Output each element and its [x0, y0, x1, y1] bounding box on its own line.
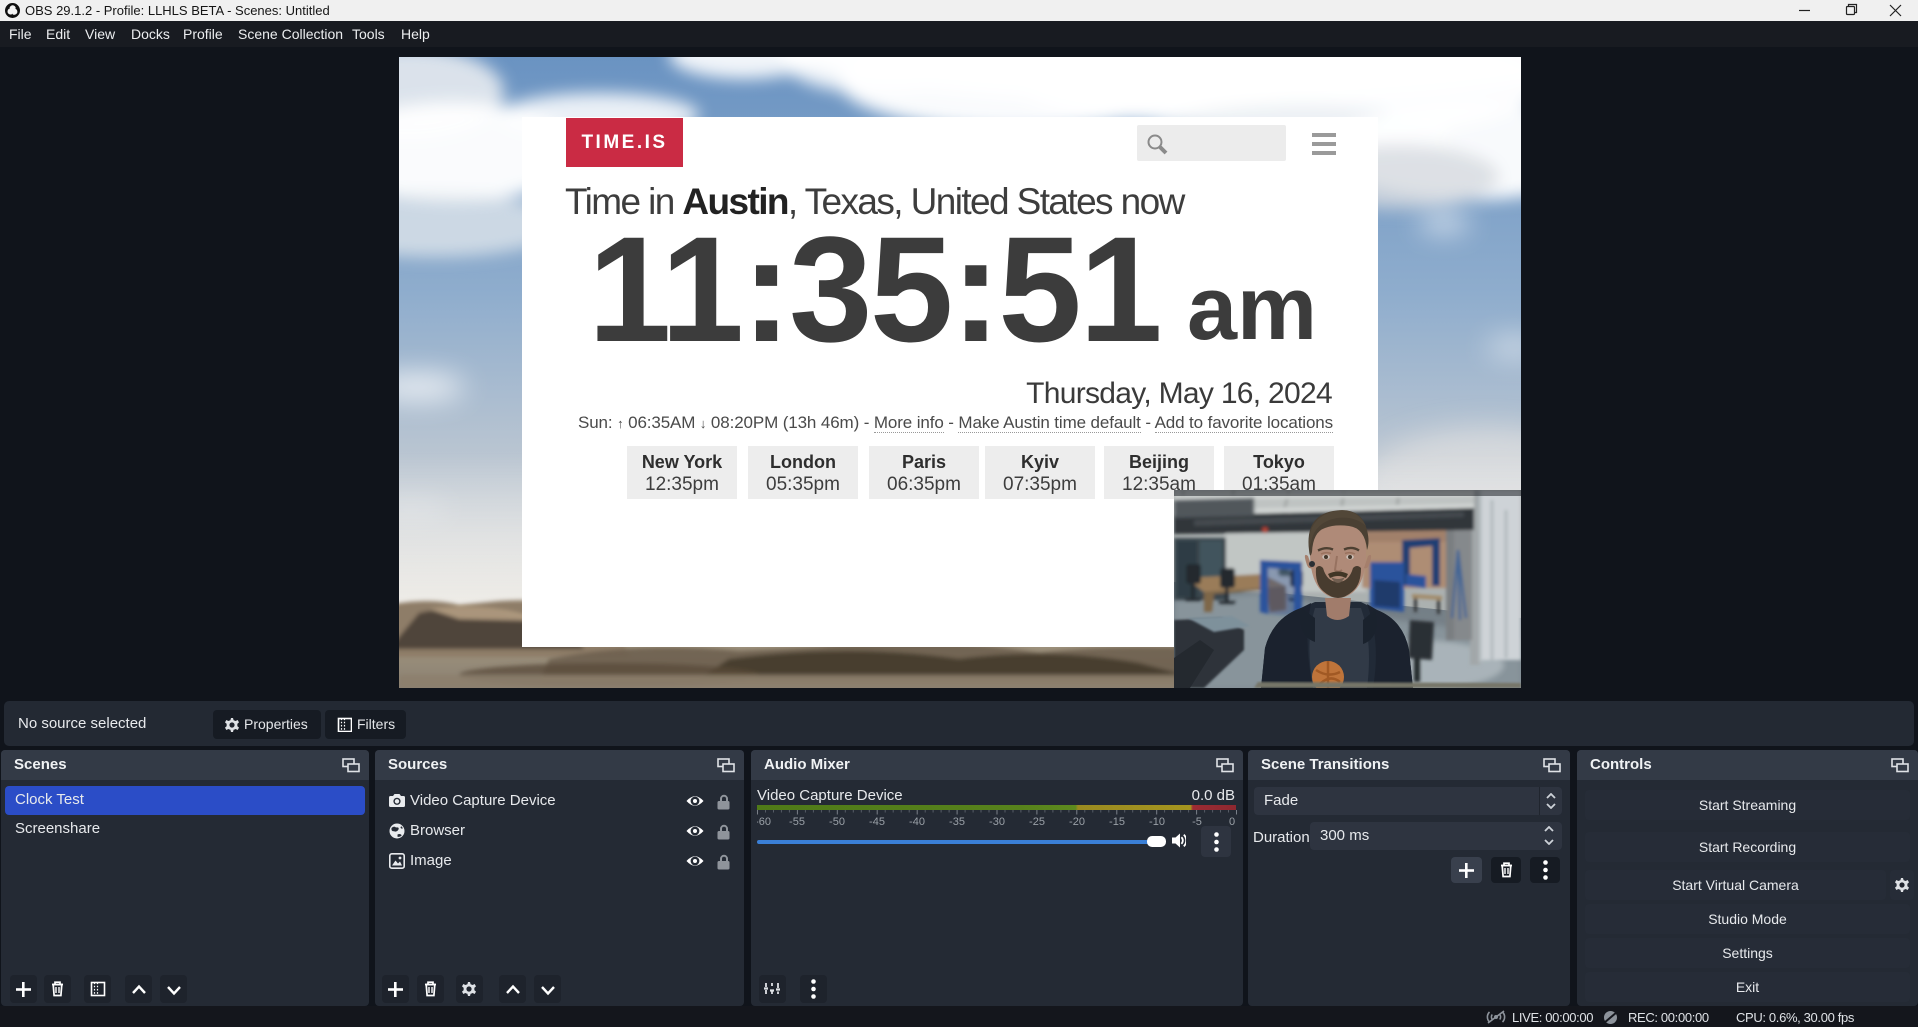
svg-text:-60: -60 — [757, 816, 771, 828]
svg-text:-45: -45 — [869, 816, 885, 828]
svg-text:-20: -20 — [1069, 816, 1085, 828]
svg-text:-25: -25 — [1029, 816, 1045, 828]
svg-text:-15: -15 — [1109, 816, 1125, 828]
svg-text:-5: -5 — [1192, 816, 1202, 828]
svg-text:-55: -55 — [789, 816, 805, 828]
svg-text:-35: -35 — [949, 816, 965, 828]
svg-text:-10: -10 — [1149, 816, 1165, 828]
svg-text:-40: -40 — [909, 816, 925, 828]
svg-text:-30: -30 — [989, 816, 1005, 828]
svg-text:-50: -50 — [829, 816, 845, 828]
